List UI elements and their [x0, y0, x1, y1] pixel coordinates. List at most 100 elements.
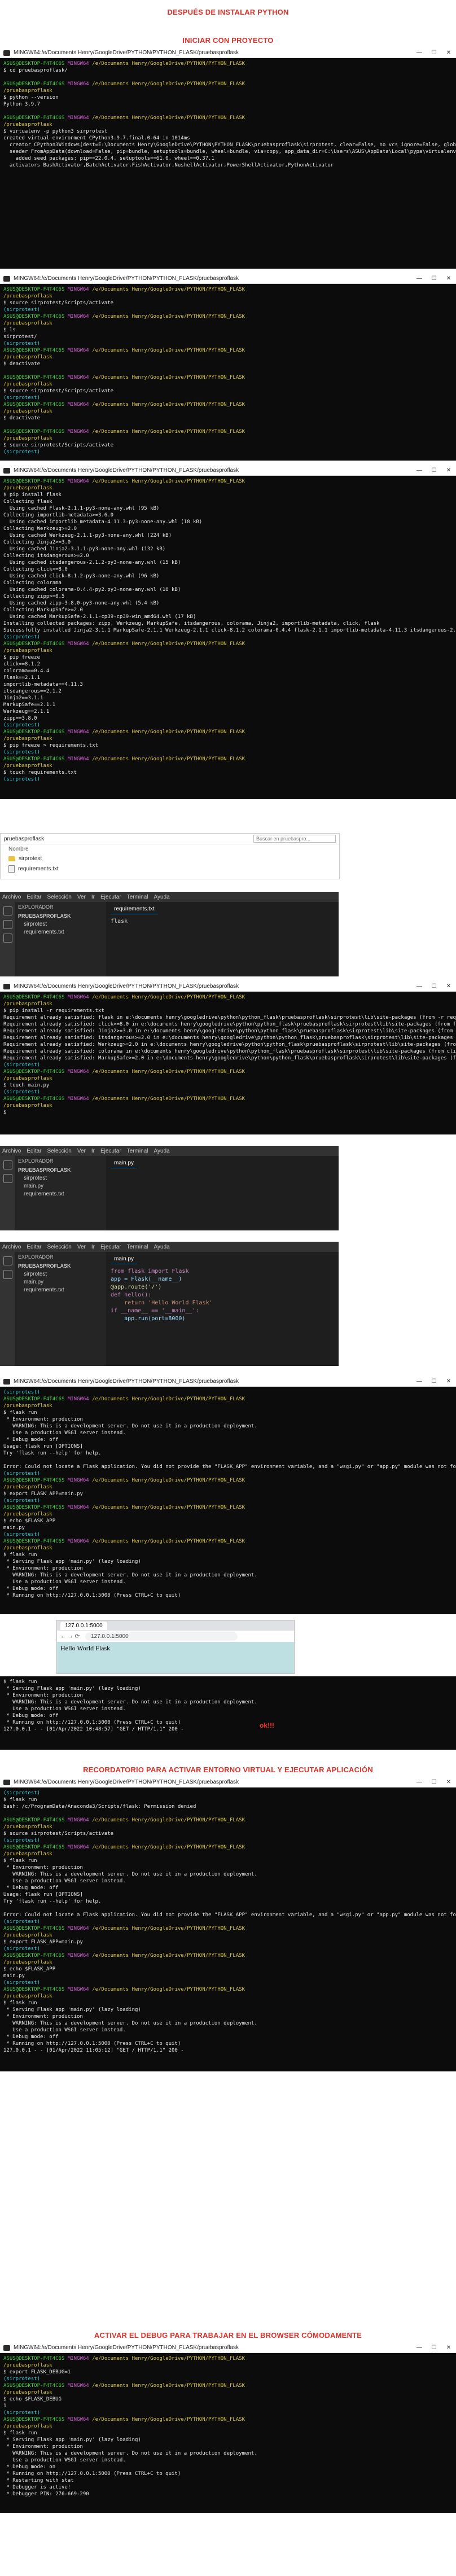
breadcrumb[interactable]: pruebasproflask: [4, 836, 44, 842]
editor-tab[interactable]: main.py: [111, 1254, 138, 1264]
browser-window[interactable]: 127.0.0.1:5000 ← → ⟳ 127.0.0.1:5000 Hell…: [56, 1620, 295, 1674]
sidebar-item[interactable]: sirprotest: [24, 1271, 103, 1277]
folder-root[interactable]: PRUEBASPROFLASK: [18, 1263, 103, 1269]
close-icon[interactable]: ✕: [441, 1779, 456, 1786]
code-line[interactable]: return 'Hello World Flask': [111, 1299, 334, 1307]
close-icon[interactable]: ✕: [441, 275, 456, 282]
terminal-output[interactable]: ASUS@DESKTOP-F4T4C6S MINGW64 /e/Document…: [0, 992, 456, 1118]
minimize-icon[interactable]: —: [412, 983, 427, 990]
menu-item[interactable]: Selección: [47, 1244, 71, 1250]
menu-item[interactable]: Editar: [27, 894, 41, 900]
menu-item[interactable]: Selección: [47, 894, 71, 900]
close-icon[interactable]: ✕: [441, 467, 456, 474]
editor[interactable]: requirements.txt flask: [106, 902, 339, 976]
sidebar-item[interactable]: main.py: [24, 1279, 103, 1285]
source-control-icon[interactable]: [3, 934, 12, 943]
terminal-output[interactable]: ASUS@DESKTOP-F4T4C6S MINGW64 /e/Document…: [0, 2353, 456, 2500]
forward-icon[interactable]: →: [68, 1633, 73, 1640]
code-line[interactable]: def hello():: [111, 1291, 334, 1299]
code-line[interactable]: app.run(port=8000): [111, 1315, 334, 1323]
files-icon[interactable]: [3, 1160, 12, 1169]
editor[interactable]: main.py: [106, 1156, 339, 1230]
minimize-icon[interactable]: —: [412, 467, 427, 474]
menu-item[interactable]: Ver: [77, 1244, 86, 1250]
close-icon[interactable]: ✕: [441, 2345, 456, 2351]
terminal-output[interactable]: $ flask run * Serving Flask app 'main.py…: [0, 1676, 456, 1735]
terminal-window-3[interactable]: MINGW64:/e/Documents Henry/GoogleDrive/P…: [0, 466, 456, 799]
maximize-icon[interactable]: ☐: [427, 50, 441, 56]
menu-item[interactable]: Archivo: [2, 1244, 21, 1250]
sidebar-item[interactable]: requirements.txt: [24, 929, 103, 935]
vscode-window-1[interactable]: Archivo Editar Selección Ver Ir Ejecutar…: [0, 892, 339, 976]
terminal-window-6[interactable]: $ flask run * Serving Flask app 'main.py…: [0, 1676, 456, 1750]
terminal-output[interactable]: ASUS@DESKTOP-F4T4C6S MINGW64 /e/Document…: [0, 476, 456, 785]
terminal-output[interactable]: (sirprotest) ASUS@DESKTOP-F4T4C6S MINGW64…: [0, 1387, 456, 1601]
close-icon[interactable]: ✕: [441, 1378, 456, 1385]
list-item[interactable]: requirements.txt: [1, 864, 339, 874]
menu-item[interactable]: Ir: [91, 1148, 95, 1154]
menu-item[interactable]: Ejecutar: [100, 1148, 121, 1154]
close-icon[interactable]: ✕: [441, 983, 456, 990]
terminal-output[interactable]: ASUS@DESKTOP-F4T4C6S MINGW64 /e/Document…: [0, 58, 456, 178]
minimize-icon[interactable]: —: [412, 2345, 427, 2351]
code-line[interactable]: from flask import Flask: [111, 1268, 334, 1276]
list-item[interactable]: sirprotest: [1, 854, 339, 864]
editor[interactable]: main.py from flask import Flask app = Fl…: [106, 1252, 339, 1366]
terminal-window-5[interactable]: MINGW64:/e/Documents Henry/GoogleDrive/P…: [0, 1377, 456, 1614]
sidebar-item[interactable]: main.py: [24, 1183, 103, 1189]
editor-tab[interactable]: main.py: [111, 1158, 138, 1168]
minimize-icon[interactable]: —: [412, 1378, 427, 1385]
maximize-icon[interactable]: ☐: [427, 983, 441, 990]
menu-item[interactable]: Ejecutar: [100, 894, 121, 900]
menu-item[interactable]: Archivo: [2, 894, 21, 900]
menu-item[interactable]: Ejecutar: [100, 1244, 121, 1250]
minimize-icon[interactable]: —: [412, 1779, 427, 1786]
minimize-icon[interactable]: —: [412, 275, 427, 282]
browser-tab[interactable]: 127.0.0.1:5000: [60, 1621, 107, 1630]
column-header-name[interactable]: Nombre: [1, 844, 339, 854]
sidebar-item[interactable]: requirements.txt: [24, 1191, 103, 1197]
code-line[interactable]: flask: [111, 918, 334, 926]
terminal-output[interactable]: ASUS@DESKTOP-F4T4C6S MINGW64 /e/Document…: [0, 284, 456, 458]
menu-item[interactable]: Editar: [27, 1244, 41, 1250]
code-line[interactable]: if __name__ == '__main__':: [111, 1307, 334, 1315]
menu-item[interactable]: Ver: [77, 1148, 86, 1154]
sidebar-item[interactable]: sirprotest: [24, 1175, 103, 1181]
menu-item[interactable]: Terminal: [127, 1148, 148, 1154]
vscode-window-2[interactable]: Archivo Editar Selección Ver Ir Ejecutar…: [0, 1146, 339, 1230]
maximize-icon[interactable]: ☐: [427, 1378, 441, 1385]
folder-root[interactable]: PRUEBASPROFLASK: [18, 913, 103, 919]
terminal-window-2[interactable]: MINGW64:/e/Documents Henry/GoogleDrive/P…: [0, 274, 456, 461]
maximize-icon[interactable]: ☐: [427, 275, 441, 282]
maximize-icon[interactable]: ☐: [427, 2345, 441, 2351]
terminal-window-8[interactable]: MINGW64:/e/Documents Henry/GoogleDrive/P…: [0, 2343, 456, 2513]
menu-item[interactable]: Terminal: [127, 1244, 148, 1250]
menu-item[interactable]: Ayuda: [154, 1148, 169, 1154]
sidebar-item[interactable]: sirprotest: [24, 921, 103, 927]
minimize-icon[interactable]: —: [412, 50, 427, 56]
folder-root[interactable]: PRUEBASPROFLASK: [18, 1167, 103, 1173]
terminal-window-4[interactable]: MINGW64:/e/Documents Henry/GoogleDrive/P…: [0, 982, 456, 1134]
menu-item[interactable]: Ayuda: [154, 1244, 169, 1250]
menu-item[interactable]: Ir: [91, 894, 95, 900]
code-line[interactable]: @app.route('/'): [111, 1283, 334, 1291]
terminal-window-7[interactable]: MINGW64:/e/Documents Henry/GoogleDrive/P…: [0, 1778, 456, 2071]
file-explorer-window[interactable]: pruebasproflask Buscar en pruebaspro... …: [0, 833, 340, 879]
menu-item[interactable]: Editar: [27, 1148, 41, 1154]
back-icon[interactable]: ←: [60, 1633, 66, 1640]
search-icon[interactable]: [3, 1270, 12, 1279]
editor-tab[interactable]: requirements.txt: [111, 904, 158, 914]
close-icon[interactable]: ✕: [441, 50, 456, 56]
sidebar-item[interactable]: requirements.txt: [24, 1287, 103, 1293]
search-icon[interactable]: [3, 1174, 12, 1183]
menu-item[interactable]: Selección: [47, 1148, 71, 1154]
explorer-search-input[interactable]: Buscar en pruebaspro...: [253, 835, 336, 843]
search-icon[interactable]: [3, 920, 12, 929]
files-icon[interactable]: [3, 1256, 12, 1265]
reload-icon[interactable]: ⟳: [75, 1633, 80, 1640]
menu-item[interactable]: Ayuda: [154, 894, 169, 900]
files-icon[interactable]: [3, 906, 12, 915]
address-bar[interactable]: 127.0.0.1:5000: [85, 1632, 238, 1641]
menu-item[interactable]: Archivo: [2, 1148, 21, 1154]
terminal-window-1[interactable]: MINGW64:/e/Documents Henry/GoogleDrive/P…: [0, 49, 456, 269]
